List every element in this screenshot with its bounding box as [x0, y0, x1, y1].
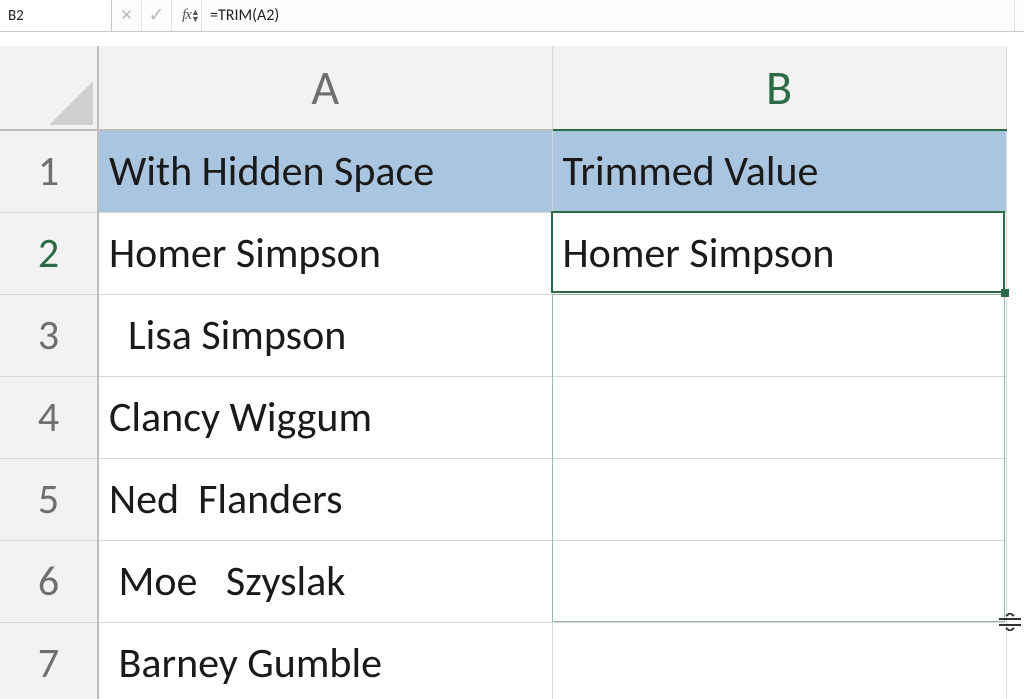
cell-B7[interactable] [552, 622, 1006, 699]
row-header-7[interactable]: 7 [0, 622, 98, 699]
cancel-button[interactable]: ✕ [112, 0, 142, 31]
formula-bar-expand[interactable] [1014, 0, 1024, 31]
spreadsheet-grid: A B 1 With Hidden Space Trimmed Value 2 … [0, 32, 1024, 699]
formula-input[interactable] [202, 0, 1014, 31]
select-all-corner[interactable] [0, 46, 98, 130]
table-row: 5 Ned Flanders [0, 458, 1006, 540]
cell-A5[interactable]: Ned Flanders [98, 458, 552, 540]
cell-B2[interactable]: Homer Simpson [552, 212, 1006, 294]
name-box-wrap: ▲ ▼ [0, 0, 112, 31]
cell-A2[interactable]: Homer Simpson [98, 212, 552, 294]
formula-bar: ▲ ▼ ✕ ✓ fx [0, 0, 1024, 32]
cell-A1[interactable]: With Hidden Space [98, 130, 552, 212]
vertical-split-handle[interactable] [996, 611, 1024, 633]
row-header-4[interactable]: 4 [0, 376, 98, 458]
column-header-A[interactable]: A [98, 46, 552, 130]
row-header-6[interactable]: 6 [0, 540, 98, 622]
row-header-1[interactable]: 1 [0, 130, 98, 212]
insert-function-button[interactable]: fx [172, 0, 202, 31]
table-row: 2 Homer Simpson Homer Simpson [0, 212, 1006, 294]
row-header-2[interactable]: 2 [0, 212, 98, 294]
enter-button[interactable]: ✓ [142, 0, 172, 31]
select-all-triangle-icon [49, 81, 93, 125]
column-header-row: A B [0, 46, 1006, 130]
table-row: 6 Moe Szyslak [0, 540, 1006, 622]
table-row: 4 Clancy Wiggum [0, 376, 1006, 458]
cell-B4[interactable] [552, 376, 1006, 458]
cell-A7[interactable]: Barney Gumble [98, 622, 552, 699]
table-row: 7 Barney Gumble [0, 622, 1006, 699]
cell-B5[interactable] [552, 458, 1006, 540]
row-header-3[interactable]: 3 [0, 294, 98, 376]
row-header-5[interactable]: 5 [0, 458, 98, 540]
table-row: 3 Lisa Simpson [0, 294, 1006, 376]
cell-B1[interactable]: Trimmed Value [552, 130, 1006, 212]
cell-A3[interactable]: Lisa Simpson [98, 294, 552, 376]
sheet-table: A B 1 With Hidden Space Trimmed Value 2 … [0, 46, 1007, 699]
cell-B3[interactable] [552, 294, 1006, 376]
table-row: 1 With Hidden Space Trimmed Value [0, 130, 1006, 212]
split-handle-icon [997, 613, 1023, 631]
cell-B6[interactable] [552, 540, 1006, 622]
column-header-B[interactable]: B [552, 46, 1006, 130]
cell-A4[interactable]: Clancy Wiggum [98, 376, 552, 458]
cell-A6[interactable]: Moe Szyslak [98, 540, 552, 622]
